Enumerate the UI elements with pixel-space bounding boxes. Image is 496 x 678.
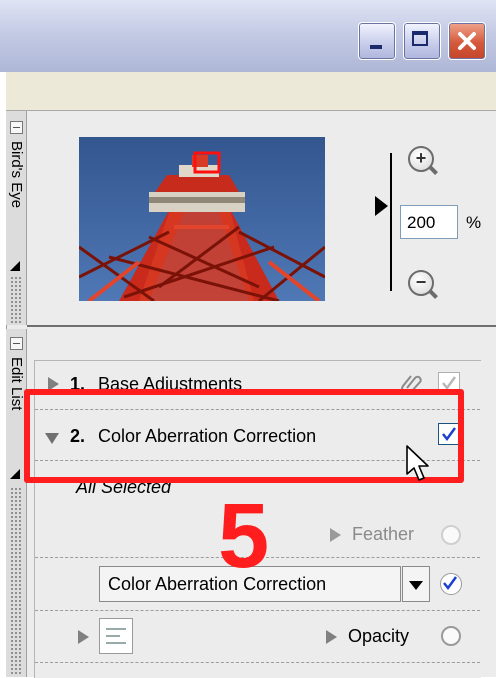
close-button[interactable] — [448, 22, 486, 60]
mouse-cursor-icon — [406, 445, 429, 481]
collapse-icon[interactable] — [10, 337, 23, 350]
zoom-in-button[interactable]: + — [408, 146, 438, 175]
opacity-label: Opacity — [348, 626, 410, 646]
close-icon — [458, 32, 476, 50]
drag-handle[interactable] — [10, 487, 22, 675]
row-separator — [35, 610, 480, 611]
edit-list-tab[interactable]: Edit List — [6, 329, 27, 677]
drag-handle[interactable] — [10, 276, 22, 324]
minimize-button[interactable] — [358, 22, 396, 60]
birds-eye-tab-label: Bird's Eye — [8, 141, 25, 209]
zoom-slider-track[interactable] — [390, 153, 392, 291]
feather-label: Feather — [352, 524, 415, 544]
zoom-input[interactable]: 200 — [400, 205, 458, 239]
palette-toolbar — [6, 72, 496, 111]
zoom-slider-pointer[interactable] — [375, 196, 388, 216]
birds-eye-tab[interactable]: Bird's Eye — [6, 111, 27, 325]
maximize-button[interactable] — [403, 22, 441, 60]
dropdown-checkbox[interactable] — [438, 573, 462, 595]
corner-icon — [10, 469, 20, 479]
highlight-box — [24, 389, 464, 483]
feather-radio[interactable] — [441, 525, 461, 545]
brush-tool-icon[interactable] — [99, 618, 133, 654]
step-annotation: 5 — [218, 485, 270, 587]
minimize-icon — [370, 45, 382, 49]
preview-thumbnail[interactable] — [79, 137, 325, 301]
expand-arrow-icon[interactable] — [78, 630, 89, 644]
opacity-arrow-icon[interactable] — [326, 630, 337, 644]
zoom-unit: % — [466, 213, 482, 232]
section-divider — [27, 325, 496, 327]
dropdown-arrow-button[interactable] — [402, 566, 430, 602]
opacity-radio[interactable] — [441, 626, 461, 646]
zoom-out-button[interactable]: − — [408, 270, 438, 299]
check-icon — [443, 576, 458, 591]
feather-arrow-icon[interactable] — [330, 528, 341, 542]
corner-icon — [10, 261, 20, 271]
collapse-icon[interactable] — [10, 121, 23, 134]
edit-list-tab-label: Edit List — [8, 357, 25, 411]
maximize-icon — [412, 31, 428, 46]
row-separator — [35, 662, 480, 663]
